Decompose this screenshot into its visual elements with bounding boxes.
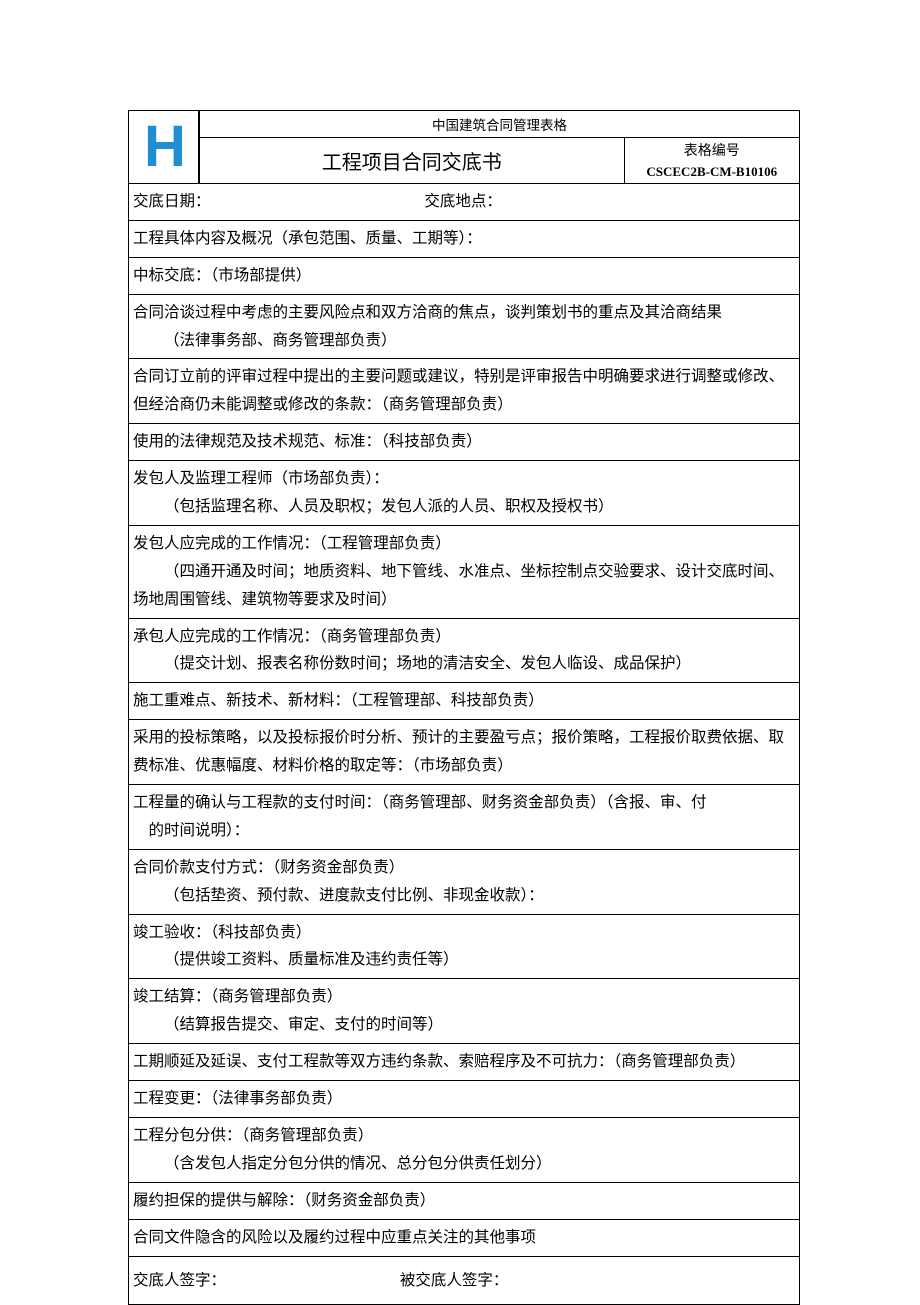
contractor-work-text: 承包人应完成的工作情况：（商务管理部负责） — [133, 628, 451, 645]
subcontract-text: 工程分包分供：（商务管理部负责） — [133, 1127, 373, 1144]
employer-work-text: 发包人应完成的工作情况：（工程管理部负责） — [133, 535, 451, 552]
org-title: 中国建筑合同管理表格 — [200, 111, 800, 137]
form-no-table: 表格编号 CSCEC2B-CM-B10106 — [625, 138, 800, 182]
employer-work-detail: （四通开通及时间；地质资料、地下管线、水准点、坐标控制点交验要求、设计交底时间、… — [133, 563, 784, 608]
review-cell: 合同订立前的评审过程中提出的主要问题或建议，特别是评审报告中明确要求进行调整或修… — [129, 359, 800, 424]
row-guarantee: 履约担保的提供与解除：（财务资金部负责） — [129, 1182, 800, 1219]
receiver-label: 被交底人签字： — [400, 1267, 509, 1295]
signer-label: 交底人签字： — [133, 1272, 226, 1289]
completion-accept-text: 竣工验收：（科技部负责） — [133, 924, 311, 941]
row-bid: 中标交底：（市场部提供） — [129, 257, 800, 294]
subcontract-detail: （含发包人指定分包分供的情况、总分包分供责任划分） — [133, 1150, 797, 1178]
form-no-label: 表格编号 — [625, 138, 800, 162]
row-standards: 使用的法律规范及技术规范、标准：（科技部负责） — [129, 424, 800, 461]
row-contractor-work: 承包人应完成的工作情况：（商务管理部负责） （提交计划、报表名称份数时间；场地的… — [129, 618, 800, 683]
bidding-strategy-cell: 采用的投标策略，以及投标报价时分析、预计的主要盈亏点；报价策略，工程报价取费依据… — [129, 720, 800, 785]
completion-settlement-detail: （结算报告提交、审定、支付的时间等） — [133, 1011, 797, 1039]
place-label: 交底地点： — [424, 188, 502, 216]
form-no-cell: 表格编号 CSCEC2B-CM-B10106 — [624, 137, 799, 183]
logo-cell: H — [129, 111, 199, 184]
row-delay: 工期顺延及延误、支付工程款等双方违约条款、索赔程序及不可抗力：（商务管理部负责） — [129, 1044, 800, 1081]
negotiation-text: 合同洽谈过程中考虑的主要风险点和双方洽商的焦点，谈判策划书的重点及其洽商结果 — [133, 304, 722, 321]
row-construction: 施工重难点、新技术、新材料：（工程管理部、科技部负责） — [129, 683, 800, 720]
row-risk: 合同文件隐含的风险以及履约过程中应重点关注的其他事项 — [129, 1219, 800, 1256]
date-label: 交底日期： — [133, 188, 211, 216]
delay-cell: 工期顺延及延误、支付工程款等双方违约条款、索赔程序及不可抗力：（商务管理部负责） — [129, 1044, 800, 1081]
form-table: H 中国建筑合同管理表格 工程项目合同交底书 表格编号 CSCEC2B-CM-B… — [128, 110, 800, 1305]
standards-cell: 使用的法律规范及技术规范、标准：（科技部负责） — [129, 424, 800, 461]
doc-title: 工程项目合同交底书 — [200, 137, 625, 183]
change-cell: 工程变更：（法律事务部负责） — [129, 1081, 800, 1118]
date-place-row: 交底日期： 交底地点： — [129, 184, 800, 221]
payment-method-detail: （包括垫资、预付款、进度款支付比例、非现金收款）： — [133, 882, 797, 910]
payment-time-detail: 的时间说明）： — [149, 817, 798, 845]
row-completion-settlement: 竣工结算：（商务管理部负责） （结算报告提交、审定、支付的时间等） — [129, 979, 800, 1044]
row-review: 合同订立前的评审过程中提出的主要问题或建议，特别是评审报告中明确要求进行调整或修… — [129, 359, 800, 424]
bid-cell: 中标交底：（市场部提供） — [129, 257, 800, 294]
completion-settlement-text: 竣工结算：（商务管理部负责） — [133, 988, 342, 1005]
negotiation-resp: （法律事务部、商务管理部负责） — [133, 327, 797, 355]
row-change: 工程变更：（法律事务部负责） — [129, 1081, 800, 1118]
row-employer: 发包人及监理工程师（市场部负责）： （包括监理名称、人员及职权；发包人派的人员、… — [129, 461, 800, 526]
risk-cell: 合同文件隐含的风险以及履约过程中应重点关注的其他事项 — [129, 1219, 800, 1256]
completion-accept-detail: （提供竣工资料、质量标准及违约责任等） — [133, 946, 797, 974]
row-payment-method: 合同价款支付方式：（财务资金部负责） （包括垫资、预付款、进度款支付比例、非现金… — [129, 849, 800, 914]
signature-row: 交底人签字： 被交底人签字： — [129, 1256, 800, 1305]
row-scope: 工程具体内容及概况（承包范围、质量、工期等）： — [129, 220, 800, 257]
contractor-work-detail: （提交计划、报表名称份数时间；场地的清洁安全、发包人临设、成品保护） — [133, 650, 797, 678]
header-org-row: 中国建筑合同管理表格 — [200, 111, 800, 137]
row-subcontract: 工程分包分供：（商务管理部负责） （含发包人指定分包分供的情况、总分包分供责任划… — [129, 1117, 800, 1182]
row-negotiation: 合同洽谈过程中考虑的主要风险点和双方洽商的焦点，谈判策划书的重点及其洽商结果 （… — [129, 294, 800, 359]
logo-icon: H — [129, 118, 198, 176]
form-no-value: CSCEC2B-CM-B10106 — [625, 162, 800, 182]
header-sub-table: 中国建筑合同管理表格 工程项目合同交底书 表格编号 CSCEC2B-CM-B10… — [199, 111, 799, 183]
header-content: 中国建筑合同管理表格 工程项目合同交底书 表格编号 CSCEC2B-CM-B10… — [199, 111, 800, 184]
row-bidding-strategy: 采用的投标策略，以及投标报价时分析、预计的主要盈亏点；报价策略，工程报价取费依据… — [129, 720, 800, 785]
guarantee-cell: 履约担保的提供与解除：（财务资金部负责） — [129, 1182, 800, 1219]
payment-method-text: 合同价款支付方式：（财务资金部负责） — [133, 859, 404, 876]
employer-detail: （包括监理名称、人员及职权；发包人派的人员、职权及授权书） — [133, 493, 797, 521]
header-title-row: 工程项目合同交底书 表格编号 CSCEC2B-CM-B10106 — [200, 137, 800, 183]
row-completion-accept: 竣工验收：（科技部负责） （提供竣工资料、质量标准及违约责任等） — [129, 914, 800, 979]
employer-text: 发包人及监理工程师（市场部负责）： — [133, 470, 389, 487]
construction-cell: 施工重难点、新技术、新材料：（工程管理部、科技部负责） — [129, 683, 800, 720]
header-row: H 中国建筑合同管理表格 工程项目合同交底书 表格编号 CSCEC2B-CM-B… — [129, 111, 800, 184]
row-employer-work: 发包人应完成的工作情况：（工程管理部负责） （四通开通及时间；地质资料、地下管线… — [129, 525, 800, 618]
row-payment-time: 工程量的确认与工程款的支付时间：（商务管理部、财务资金部负责）（含报、审、付 的… — [129, 785, 800, 850]
scope-cell: 工程具体内容及概况（承包范围、质量、工期等）： — [129, 220, 800, 257]
payment-time-text: 工程量的确认与工程款的支付时间：（商务管理部、财务资金部负责）（含报、审、付 — [133, 794, 707, 811]
